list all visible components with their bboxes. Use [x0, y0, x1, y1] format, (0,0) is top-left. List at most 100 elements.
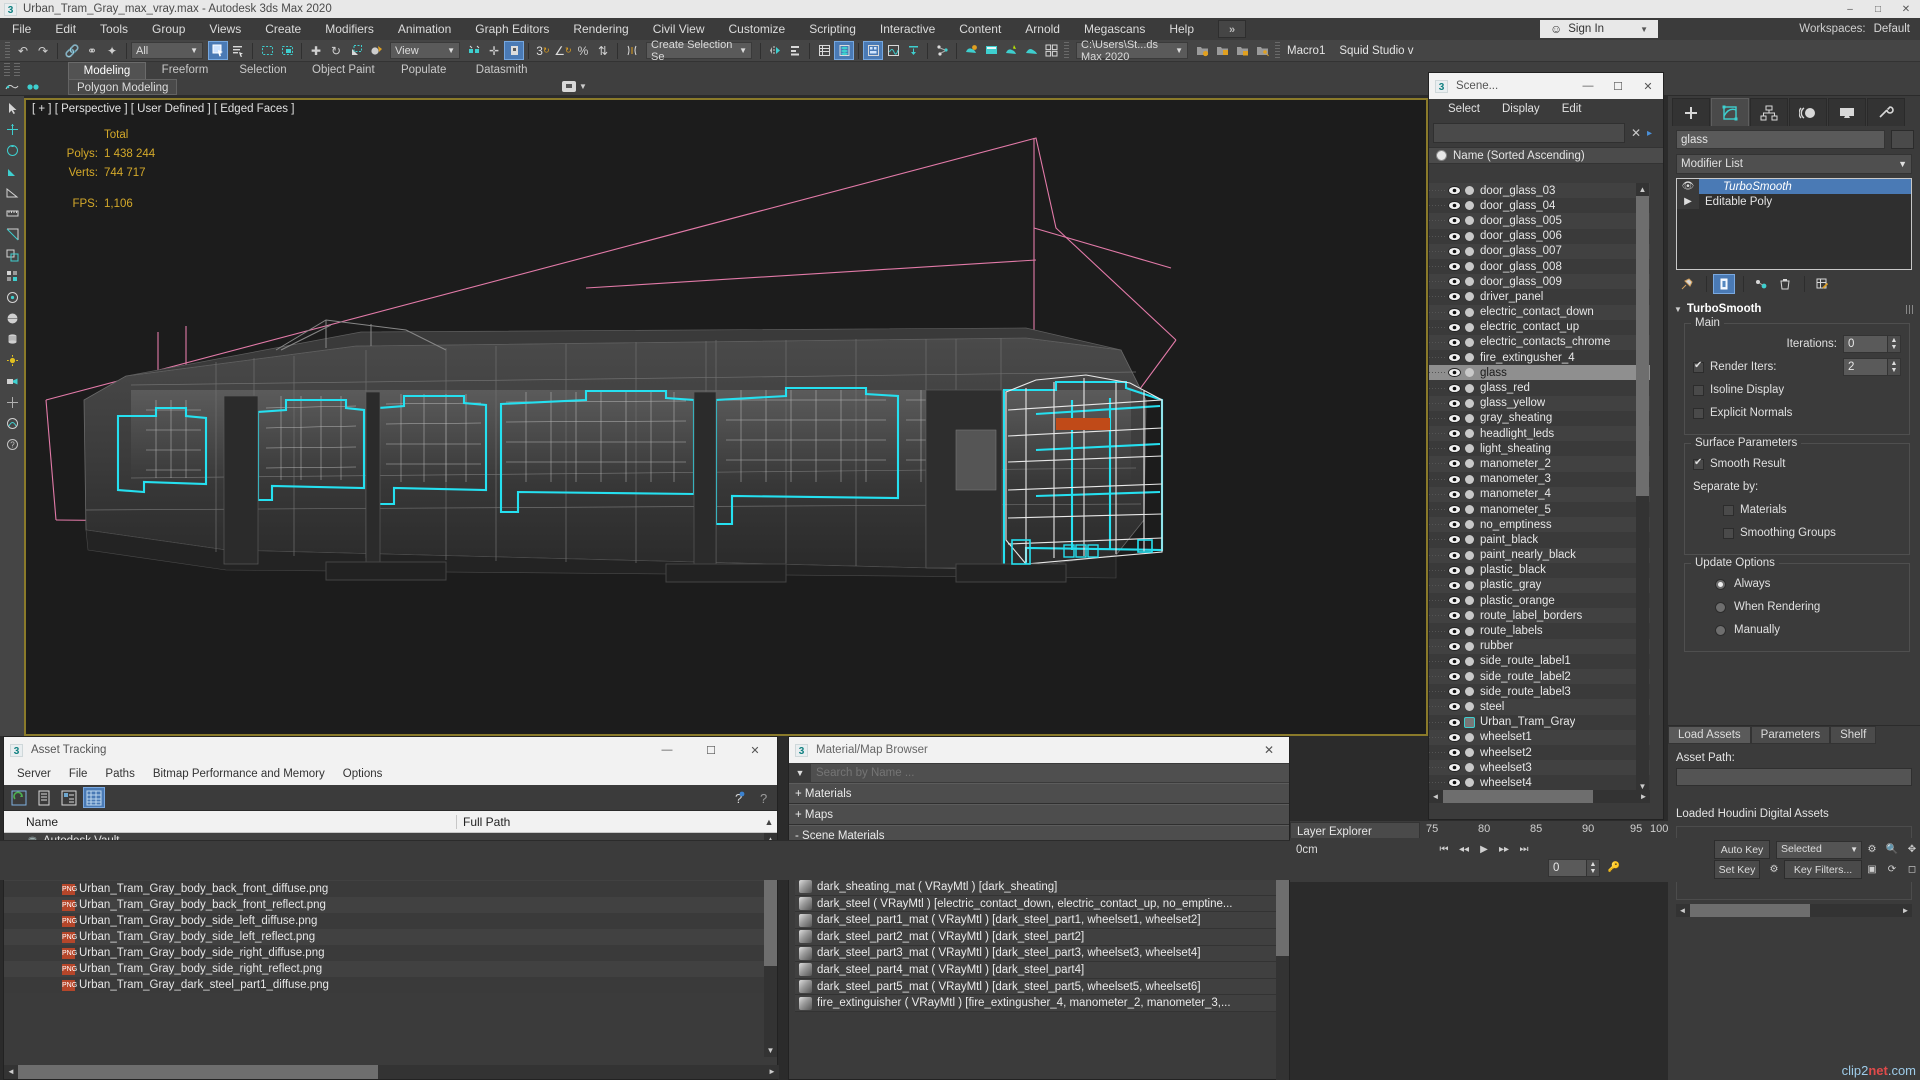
eye-icon[interactable]: [1447, 474, 1462, 484]
subtab-polygon-modeling[interactable]: Polygon Modeling: [68, 79, 178, 95]
menu-help[interactable]: Help: [1157, 18, 1206, 40]
select-and-move-icon[interactable]: ✚: [306, 41, 326, 60]
asset-path-input[interactable]: [1676, 768, 1912, 786]
freeze-dot-icon[interactable]: [1462, 337, 1476, 347]
rollout-grip-icon[interactable]: [1906, 304, 1914, 314]
ribbon-grip-2[interactable]: [14, 63, 20, 77]
scene-explorer-item[interactable]: manometer_2: [1429, 456, 1650, 472]
material-browser-close-icon[interactable]: ✕: [1249, 743, 1289, 757]
tree-view-icon[interactable]: [58, 787, 80, 808]
eye-icon[interactable]: [1447, 322, 1462, 332]
update-manually-row[interactable]: Manually: [1693, 620, 1901, 640]
scene-explorer-item[interactable]: door_glass_009: [1429, 274, 1650, 290]
scene-explorer-item[interactable]: plastic_black: [1429, 562, 1650, 578]
rollout-header[interactable]: ▼ TurboSmooth: [1674, 303, 1914, 315]
scene-explorer-item[interactable]: route_label_borders: [1429, 608, 1650, 624]
eye-icon[interactable]: [1447, 565, 1462, 575]
refresh-icon[interactable]: [8, 787, 30, 808]
menu-create[interactable]: Create: [253, 18, 313, 40]
scene-explorer-item[interactable]: door_glass_04: [1429, 198, 1650, 214]
menu-interactive[interactable]: Interactive: [868, 18, 947, 40]
group-maps[interactable]: + Maps: [789, 804, 1289, 825]
eye-icon[interactable]: [1447, 581, 1462, 590]
freeze-dot-icon[interactable]: [1462, 307, 1476, 317]
eye-icon[interactable]: [1447, 641, 1462, 651]
freeze-dot-icon[interactable]: [1462, 626, 1476, 636]
select-and-scale-icon[interactable]: [346, 41, 366, 60]
freeze-dot-icon[interactable]: [1462, 687, 1476, 697]
scrollbar-thumb-h[interactable]: [18, 1065, 378, 1079]
scene-explorer-item[interactable]: fire_extingusher_4: [1429, 350, 1650, 366]
scene-explorer-item[interactable]: route_labels: [1429, 623, 1650, 639]
scene-explorer-item[interactable]: manometer_4: [1429, 486, 1650, 502]
clone-icon[interactable]: [2, 245, 22, 266]
measure-icon[interactable]: [2, 203, 22, 224]
scene-explorer-item[interactable]: wheelset2: [1429, 744, 1650, 761]
freeze-dot-icon[interactable]: [1462, 763, 1476, 773]
freeze-dot-icon[interactable]: [1462, 322, 1476, 332]
freeze-dot-icon[interactable]: [1462, 580, 1476, 590]
scene-explorer-item[interactable]: door_glass_005: [1429, 213, 1650, 229]
at-menu-paths[interactable]: Paths: [96, 768, 143, 780]
play-animation-icon[interactable]: ▶: [1474, 840, 1494, 859]
modifier-list-dropdown[interactable]: Modifier List ▼: [1676, 154, 1912, 174]
update-manually-radio[interactable]: [1715, 624, 1726, 636]
scrollbar-thumb[interactable]: [1276, 876, 1289, 956]
key-mode-toggle-icon[interactable]: 🔑: [1604, 858, 1624, 877]
tab-populate[interactable]: Populate: [385, 62, 463, 79]
scene-explorer-item[interactable]: light_sheating: [1429, 441, 1650, 457]
eye-icon[interactable]: [1447, 763, 1462, 773]
ribbon-dropdown[interactable]: ▼: [562, 78, 592, 94]
hierarchy-tab[interactable]: [1750, 98, 1788, 126]
scene-explorer-item[interactable]: glass_yellow: [1429, 395, 1650, 411]
manage-project-icon[interactable]: [1252, 41, 1272, 60]
table-row[interactable]: PNG Urban_Tram_Gray_body_side_left_reflec…: [4, 929, 777, 945]
se-menu-display[interactable]: Display: [1491, 103, 1551, 115]
object-cube-icon[interactable]: [1462, 716, 1476, 728]
at-menu-bitmap-performance[interactable]: Bitmap Performance and Memory: [144, 768, 334, 780]
scene-explorer-item[interactable]: glass_red: [1429, 380, 1650, 396]
scene-explorer-close-icon[interactable]: ✕: [1633, 73, 1663, 99]
scene-explorer-search-input[interactable]: [1433, 123, 1625, 143]
eye-icon[interactable]: [1447, 687, 1462, 697]
open-project-folder-icon[interactable]: [1212, 41, 1232, 60]
window-crossing-toggle-icon[interactable]: [277, 41, 297, 60]
material-list-item[interactable]: fire_extinguisher ( VRayMtl ) [fire_exti…: [795, 995, 1289, 1012]
layer-explorer-icon[interactable]: [814, 41, 834, 60]
freeze-dot-icon[interactable]: [1462, 201, 1476, 211]
freeze-dot-icon[interactable]: [1462, 398, 1476, 408]
menu-overflow-icon[interactable]: »: [1218, 20, 1247, 38]
select-object-left-icon[interactable]: [2, 98, 22, 119]
set-key-button[interactable]: Set Key: [1714, 860, 1760, 879]
scene-explorer-item[interactable]: glass: [1429, 365, 1650, 381]
freeze-dot-icon[interactable]: [1462, 444, 1476, 454]
tab-parameters[interactable]: Parameters: [1750, 726, 1831, 744]
freeze-dot-icon[interactable]: [1462, 672, 1476, 682]
table-row[interactable]: PNG Urban_Tram_Gray_dark_steel_part1_diff…: [4, 977, 777, 993]
eye-icon[interactable]: [1447, 444, 1462, 454]
go-to-end-icon[interactable]: ⏭: [1514, 840, 1534, 859]
tab-object-paint[interactable]: Object Paint: [302, 62, 385, 79]
scene-explorer-item[interactable]: rubber: [1429, 638, 1650, 654]
scene-explorer-column-header[interactable]: Name (Sorted Ascending): [1429, 147, 1663, 164]
material-list-item[interactable]: dark_steel_part2_mat ( VRayMtl ) [dark_s…: [795, 928, 1289, 946]
freeze-dot-icon[interactable]: [1462, 413, 1476, 423]
render-production-icon[interactable]: [1001, 41, 1021, 60]
set-project-folder-icon[interactable]: [1192, 41, 1212, 60]
material-list-vscrollbar[interactable]: [1276, 846, 1289, 1080]
table-row[interactable]: PNG Urban_Tram_Gray_body_back_front_refle…: [4, 897, 777, 913]
expand-triangle-icon[interactable]: ▶: [1677, 194, 1699, 209]
eye-icon[interactable]: [1447, 732, 1462, 742]
eye-icon[interactable]: [1447, 535, 1462, 545]
spinner-arrows-icon[interactable]: ▲ ▼: [1887, 359, 1900, 375]
motion-tab[interactable]: [1789, 98, 1827, 126]
project-folder-combo[interactable]: C:\Users\St...ds Max 2020 ▼: [1076, 39, 1188, 63]
eye-icon[interactable]: [1447, 216, 1462, 226]
modifier-stack-item-editable-poly[interactable]: ▶ Editable Poly: [1677, 194, 1911, 209]
eye-icon[interactable]: 👁: [1677, 179, 1699, 194]
freeze-dot-icon[interactable]: [1462, 596, 1476, 606]
update-always-row[interactable]: Always: [1693, 574, 1901, 594]
scene-explorer-item[interactable]: electric_contact_down: [1429, 304, 1650, 320]
camera-icon[interactable]: [2, 371, 22, 392]
se-menu-select[interactable]: Select: [1437, 103, 1491, 115]
